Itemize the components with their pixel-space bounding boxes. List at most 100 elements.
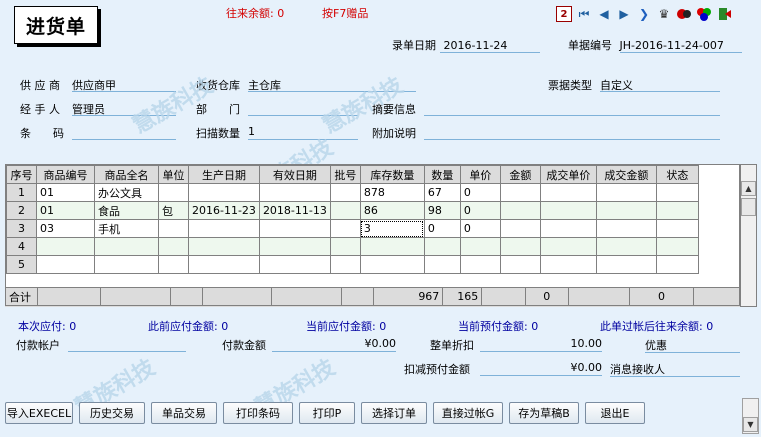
table-row[interactable]: 2 01 食品包 2016-11-23 2018-11-13 86 98 0 (6, 201, 699, 220)
table-cell[interactable] (36, 237, 95, 256)
jump-icon[interactable]: ❯ (636, 6, 652, 22)
table-cell[interactable] (258, 183, 331, 202)
table-cell[interactable] (258, 255, 331, 274)
import-excel-button[interactable]: 导入EXECEL (5, 402, 73, 424)
table-cell[interactable] (158, 183, 189, 202)
table-cell[interactable] (499, 201, 541, 220)
print-button[interactable]: 打印P (299, 402, 355, 424)
table-row[interactable]: 4 (6, 237, 699, 256)
print-icon[interactable]: 2 (556, 6, 572, 22)
first-record-icon[interactable]: ⏮ (576, 6, 592, 22)
table-cell[interactable] (499, 183, 541, 202)
table-cell[interactable] (423, 255, 461, 274)
print-barcode-button[interactable]: 打印条码 (223, 402, 293, 424)
table-cell[interactable] (188, 237, 260, 256)
table-cell[interactable]: 03 (36, 219, 95, 238)
table-cell[interactable] (595, 255, 657, 274)
column-header[interactable]: 商品编号 (36, 165, 95, 184)
history-trade-button[interactable]: 历史交易 (79, 402, 145, 424)
table-cell[interactable] (158, 219, 189, 238)
column-header[interactable]: 金额 (499, 165, 541, 184)
table-cell[interactable] (329, 237, 361, 256)
promo-field[interactable] (645, 352, 740, 353)
barcode-field[interactable] (72, 125, 176, 140)
table-cell[interactable] (94, 237, 159, 256)
scroll-thumb[interactable] (741, 198, 756, 216)
table-cell[interactable] (655, 183, 699, 202)
exit-button[interactable]: 退出E (585, 402, 645, 424)
table-cell[interactable]: 办公文具 (94, 183, 159, 202)
table-cell[interactable] (188, 183, 260, 202)
scroll-up-icon[interactable]: ▲ (741, 181, 756, 196)
table-cell[interactable] (595, 201, 657, 220)
stamp-icon[interactable]: ♛ (656, 6, 672, 22)
table-cell[interactable] (539, 219, 597, 238)
table-cell[interactable] (329, 255, 361, 274)
table-cell[interactable]: 2018-11-13 (258, 201, 331, 220)
warehouse-field[interactable]: 主仓库 (248, 77, 416, 92)
table-cell[interactable] (329, 201, 361, 220)
pay-account-field[interactable] (68, 337, 186, 352)
column-header[interactable]: 成交单价 (539, 165, 597, 184)
next-record-icon[interactable]: ▶ (616, 6, 632, 22)
table-cell[interactable]: 01 (36, 201, 95, 220)
grid-scrollbar[interactable]: ▲ (740, 164, 757, 307)
table-cell[interactable]: 86 (359, 201, 425, 220)
table-cell[interactable] (188, 255, 260, 274)
exit-icon[interactable] (716, 6, 732, 22)
table-cell[interactable] (595, 183, 657, 202)
table-row[interactable]: 3 03 手机 3 0 0 (6, 219, 699, 238)
table-cell[interactable] (539, 183, 597, 202)
table-cell[interactable] (655, 237, 699, 256)
table-cell[interactable]: 0 (423, 219, 461, 238)
table-cell[interactable] (539, 255, 597, 274)
table-cell[interactable] (655, 201, 699, 220)
table-cell[interactable] (459, 255, 501, 274)
column-header[interactable]: 批号 (329, 165, 361, 184)
table-cell[interactable]: 878 (359, 183, 425, 202)
table-cell[interactable] (359, 255, 425, 274)
column-header[interactable]: 单位 (158, 165, 189, 184)
table-cell[interactable] (258, 237, 331, 256)
column-header[interactable]: 生产日期 (188, 165, 260, 184)
table-row[interactable]: 5 (6, 255, 699, 274)
department-field[interactable] (248, 101, 358, 116)
table-cell[interactable] (655, 255, 699, 274)
table-cell[interactable] (329, 183, 361, 202)
docno-value[interactable]: JH-2016-11-24-007 (620, 39, 724, 52)
column-header[interactable]: 单价 (459, 165, 501, 184)
page-scrollbar[interactable]: ▼ (742, 398, 759, 434)
save-draft-button[interactable]: 存为草稿B (509, 402, 579, 424)
table-cell[interactable] (539, 237, 597, 256)
column-header[interactable]: 成交金额 (595, 165, 657, 184)
table-cell[interactable] (499, 219, 541, 238)
user-icon[interactable] (676, 6, 692, 22)
column-header[interactable]: 状态 (655, 165, 699, 184)
select-order-button[interactable]: 选择订单 (361, 402, 427, 424)
column-header[interactable]: 序号 (6, 165, 37, 184)
table-cell[interactable] (499, 255, 541, 274)
table-cell[interactable] (359, 237, 425, 256)
scan-qty-field[interactable]: 1 (248, 125, 358, 140)
table-cell[interactable] (499, 237, 541, 256)
table-cell[interactable] (655, 219, 699, 238)
column-header[interactable]: 有效日期 (258, 165, 331, 184)
table-cell[interactable]: 食品 (94, 201, 159, 220)
table-cell[interactable] (595, 219, 657, 238)
supplier-field[interactable]: 供应商甲 (72, 77, 176, 92)
table-cell[interactable]: 67 (423, 183, 461, 202)
table-cell[interactable]: 0 (459, 183, 501, 202)
table-cell[interactable]: 0 (459, 201, 501, 220)
table-cell[interactable] (595, 237, 657, 256)
receiver-field[interactable] (610, 376, 740, 377)
table-cell[interactable] (158, 255, 189, 274)
entry-date-value[interactable]: 2016-11-24 (444, 39, 508, 52)
table-cell[interactable] (423, 237, 461, 256)
summary-info-field[interactable] (424, 101, 720, 116)
table-cell[interactable] (36, 255, 95, 274)
discount-field[interactable]: 10.00 (480, 337, 602, 352)
table-cell[interactable] (539, 201, 597, 220)
table-cell[interactable] (459, 237, 501, 256)
table-cell[interactable]: 98 (423, 201, 461, 220)
table-cell[interactable]: 3 (359, 219, 425, 238)
